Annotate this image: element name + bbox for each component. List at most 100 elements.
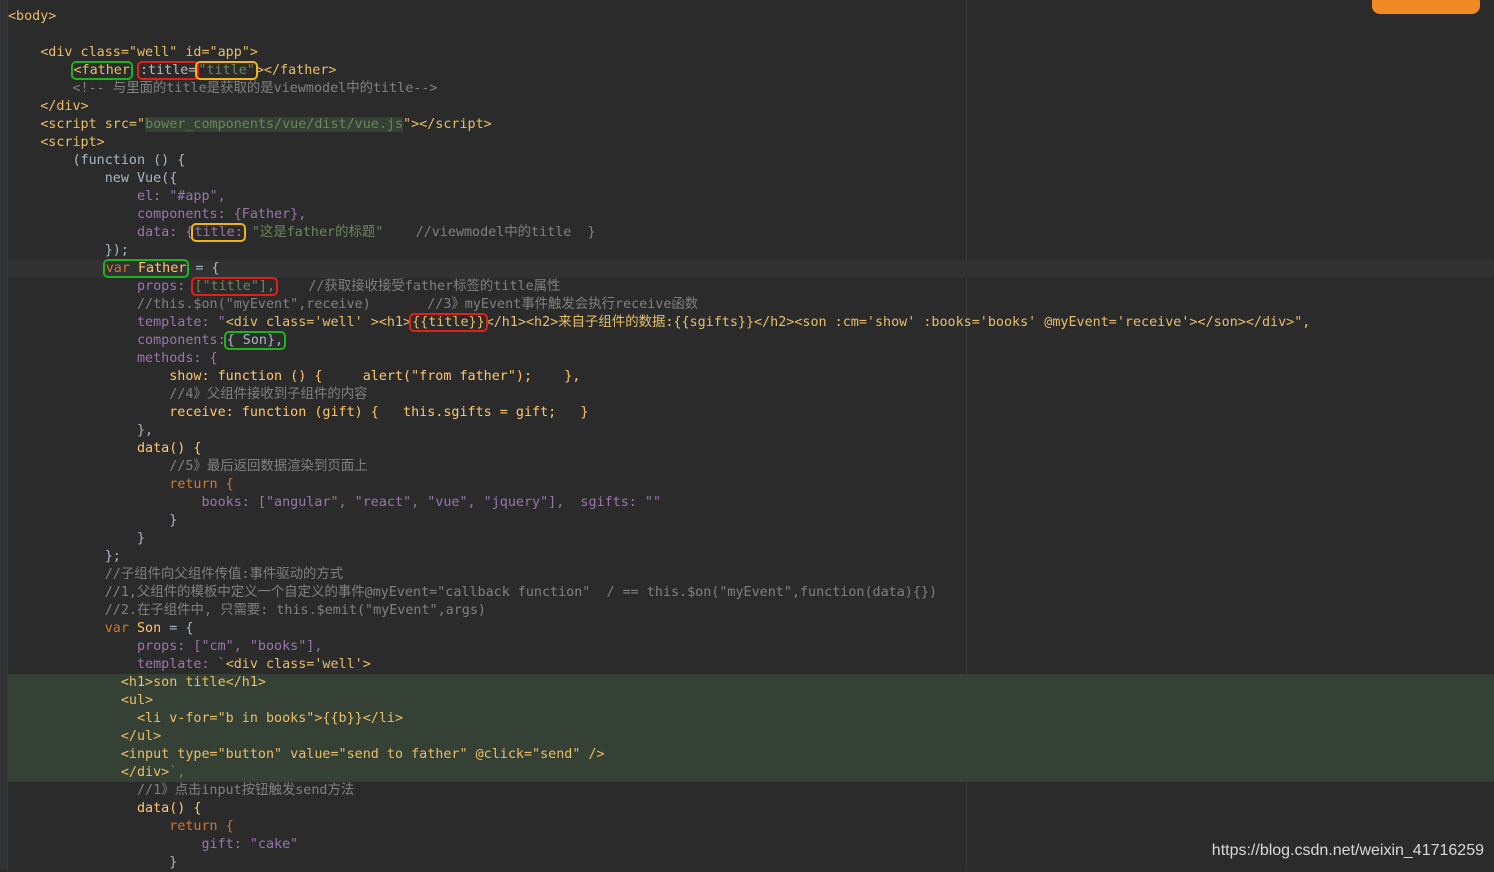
code-line-injected: <ul> [8, 692, 1494, 710]
code-token: <body> [8, 9, 57, 24]
code-line: <father :title= "title"></father> [8, 61, 1494, 80]
father-tag-highlight: <father [70, 61, 133, 80]
code-line: methods: { [8, 350, 1494, 368]
code-line: data() { [8, 800, 1494, 818]
code-token: } [137, 531, 146, 546]
code-line: }; [8, 548, 1494, 566]
code-token: script> [435, 117, 492, 132]
code-token: } [169, 855, 178, 870]
code-line: new Vue({ [8, 170, 1494, 188]
code-token: `, [169, 765, 186, 780]
code-token: var [104, 621, 129, 636]
template-title-highlight: {{title}} [409, 313, 488, 332]
code-token: <h1>son title</h1> [120, 675, 266, 690]
code-line-injected: <h1>son title</h1> [8, 674, 1494, 692]
code-line: props: ["title"], //获取接收接受father标签的title… [8, 277, 1494, 296]
code-line: }, [8, 422, 1494, 440]
watermark-url: https://blog.csdn.net/weixin_41716259 [1211, 842, 1484, 859]
code-line: }); [8, 242, 1494, 260]
code-line: components: {Father}, [8, 206, 1494, 224]
code-line: components:{ Son}, [8, 331, 1494, 350]
code-line: //4》父组件接收到子组件的内容 [8, 386, 1494, 404]
code-line: data: {title: "这是father的标题" //viewmodel中… [8, 223, 1494, 242]
code-token: "这是father的标题" [251, 225, 384, 240]
code-line: books: ["angular", "react", "vue", "jque… [8, 494, 1494, 512]
code-line: //2.在子组件中, 只需要: this.$emit("myEvent",arg… [8, 602, 1494, 620]
code-token: </ul> [120, 729, 162, 744]
code-token: return { [169, 819, 234, 834]
code-token: template: ` [137, 657, 226, 672]
code-token: ></father> [255, 63, 337, 78]
code-token: <script> [40, 135, 105, 150]
code-line: data() { [8, 440, 1494, 458]
code-line-injected: </div>`, [8, 764, 1494, 782]
code-token: }); [104, 243, 129, 258]
code-token: data: { [137, 225, 194, 240]
code-line: var Son = { [8, 620, 1494, 638]
code-token: props: [137, 279, 194, 294]
code-line: //this.$on("myEvent",receive) //3》myEven… [8, 296, 1494, 314]
code-token: <li v-for="b in books">{{b}}</li> [137, 711, 404, 726]
code-line: <body> [8, 8, 1494, 26]
code-line-injected: <li v-for="b in books">{{b}}</li> [8, 710, 1494, 728]
code-token: //1,父组件的模板中定义一个自定义的事件@myEvent="callback … [104, 585, 938, 600]
code-line: template: "<div class='well' ><h1>{{titl… [8, 313, 1494, 332]
code-token: <!-- 与里面的title是获取的是viewmodel中的title--> [72, 81, 438, 96]
code-token: //3》myEvent事件触发会执行receive函数 [427, 297, 699, 312]
code-token: <div class='well'> [225, 657, 371, 672]
code-token: <script src=" [40, 117, 146, 132]
code-editor[interactable]: <body> <div class="well" id="app"> <fath… [8, 8, 1494, 872]
code-line-injected: <input type="button" value="send to fath… [8, 746, 1494, 764]
code-line: props: ["cm", "books"], [8, 638, 1494, 656]
code-token: //viewmodel中的title } [415, 225, 596, 240]
code-token: //获取接收接受father标签的title属性 [308, 279, 561, 294]
code-token: (function () { [72, 153, 186, 168]
code-line: <div class="well" id="app"> [8, 44, 1494, 62]
code-token: receive: function (gift) { this.sgifts =… [169, 405, 589, 420]
code-token: }, [137, 423, 154, 438]
code-line: <script src="bower_components/vue/dist/v… [8, 116, 1494, 134]
code-line: //1》点击input按钮触发send方法 [8, 782, 1494, 800]
code-token: //1》点击input按钮触发send方法 [137, 783, 355, 798]
code-line: <!-- 与里面的title是获取的是viewmodel中的title--> [8, 80, 1494, 98]
code-token: //子组件向父组件传值:事件驱动的方式 [104, 567, 344, 582]
code-token: //4》父组件接收到子组件的内容 [169, 387, 368, 402]
code-token: //this.$on("myEvent",receive) [137, 297, 371, 312]
code-token: gift: "cake" [201, 837, 299, 852]
code-token: components: {Father}, [137, 207, 307, 222]
data-title-highlight: title: [191, 223, 246, 242]
code-line: } [8, 530, 1494, 548]
code-token: data() { [137, 801, 202, 816]
code-line: <script> [8, 134, 1494, 152]
code-token: components: [137, 333, 226, 348]
code-line: </div> [8, 98, 1494, 116]
code-line: //5》最后返回数据渲染到页面上 [8, 458, 1494, 476]
title-prop-highlight: :title= [136, 61, 200, 80]
code-token: template: " [137, 315, 226, 330]
code-token: el: "#app", [137, 189, 226, 204]
code-token: books: ["angular", "react", "vue", "jque… [201, 495, 662, 510]
code-line-current: var Father = { [8, 259, 1494, 278]
editor-gutter [0, 0, 8, 870]
code-line: (function () { [8, 152, 1494, 170]
code-token: show: function () { alert("from father")… [169, 369, 581, 384]
code-token: <div class="well" id="app"> [40, 45, 258, 60]
code-token: </div> [40, 99, 89, 114]
code-line-injected: </ul> [8, 728, 1494, 746]
code-line: //子组件向父组件传值:事件驱动的方式 [8, 566, 1494, 584]
code-line: template: `<div class='well'> [8, 656, 1494, 674]
code-token: bower_components/vue/dist/vue.js [145, 117, 404, 132]
code-token: } [169, 513, 178, 528]
code-token: return { [169, 477, 234, 492]
code-line: show: function () { alert("from father")… [8, 368, 1494, 386]
code-token: = { [161, 621, 194, 636]
code-line: el: "#app", [8, 188, 1494, 206]
code-line: //1,父组件的模板中定义一个自定义的事件@myEvent="callback … [8, 584, 1494, 602]
code-token: //2.在子组件中, 只需要: this.$emit("myEvent",arg… [104, 603, 486, 618]
code-token: </div> [120, 765, 170, 780]
code-line: return { [8, 476, 1494, 494]
code-token: }; [104, 549, 121, 564]
code-token: "></ [403, 117, 436, 132]
title-value-highlight: "title" [195, 61, 258, 80]
